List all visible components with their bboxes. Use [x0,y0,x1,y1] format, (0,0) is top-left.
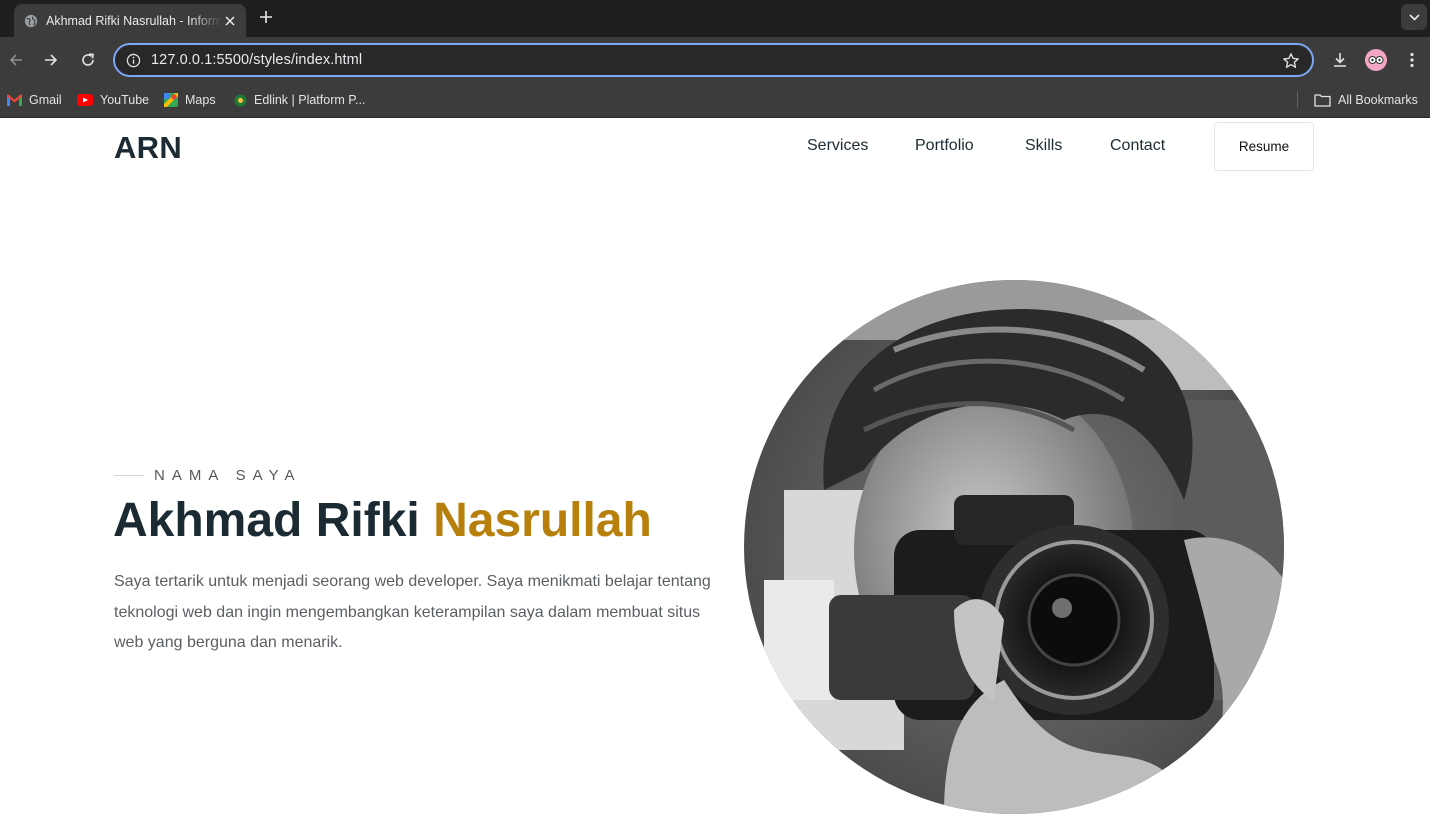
nav-link-services[interactable]: Services [807,137,868,155]
new-tab-icon[interactable] [256,7,276,27]
edlink-icon [234,94,247,106]
nav-link-portfolio[interactable]: Portfolio [915,137,974,155]
bookmark-label: Edlink | Platform P... [254,93,366,107]
eyebrow-text: NAMA SAYA [154,467,302,484]
globe-icon [24,14,38,27]
bookmark-label: Gmail [29,93,62,107]
profile-avatar[interactable] [1365,49,1387,71]
site-logo[interactable]: ARN [114,130,182,166]
web-page: ARN Services Portfolio Skills Contact Re… [0,118,1430,827]
url-text: 127.0.0.1:5500/styles/index.html [151,52,363,68]
tab-strip: Akhmad Rifki Nasrullah - Informatika [0,0,1430,37]
forward-icon[interactable] [40,49,62,71]
hero-name-accent: Nasrullah [433,494,652,547]
hero-description: Saya tertarik untuk menjadi seorang web … [114,573,711,651]
tab-search-chevron-icon[interactable] [1401,4,1427,30]
folder-icon [1314,94,1331,107]
browser-tab[interactable]: Akhmad Rifki Nasrullah - Informatika [14,4,246,37]
all-bookmarks-button[interactable]: All Bookmarks [1314,91,1418,109]
hero-eyebrow: NAMA SAYA [114,467,301,484]
tab-title: Akhmad Rifki Nasrullah - Informatika [46,13,222,28]
nav-link-skills[interactable]: Skills [1025,137,1062,155]
bookmark-gmail[interactable]: Gmail [7,91,62,109]
back-icon[interactable] [5,49,27,71]
more-menu-icon[interactable] [1401,49,1423,71]
profile-photo [744,280,1284,814]
site-info-icon[interactable] [124,51,142,69]
bookmark-star-icon[interactable] [1282,52,1300,70]
bookmarks-bar: Gmail YouTube Maps Edlink | Platform P..… [0,82,1430,118]
reload-icon[interactable] [77,49,99,71]
eyebrow-line [114,475,144,476]
gmail-icon [7,94,22,106]
browser-toolbar: 127.0.0.1:5500/styles/index.html [0,37,1430,82]
maps-icon [164,93,178,107]
bookmark-youtube[interactable]: YouTube [77,91,149,109]
bookmark-label: YouTube [100,93,150,107]
bookmark-edlink[interactable]: Edlink | Platform P... [234,91,365,109]
hero-name: Akhmad Rifki Nasrullah [113,493,652,548]
resume-button[interactable]: Resume [1214,122,1314,171]
download-icon[interactable] [1329,49,1351,71]
close-tab-icon[interactable] [222,13,238,29]
hero-name-first: Akhmad Rifki [113,494,420,547]
all-bookmarks-label: All Bookmarks [1338,93,1418,107]
youtube-icon [77,94,93,106]
bookmark-maps[interactable]: Maps [164,91,216,109]
bookmark-label: Maps [185,93,216,107]
nav-link-contact[interactable]: Contact [1110,137,1165,155]
bookmarks-divider [1297,91,1298,108]
address-bar[interactable]: 127.0.0.1:5500/styles/index.html [113,43,1314,77]
